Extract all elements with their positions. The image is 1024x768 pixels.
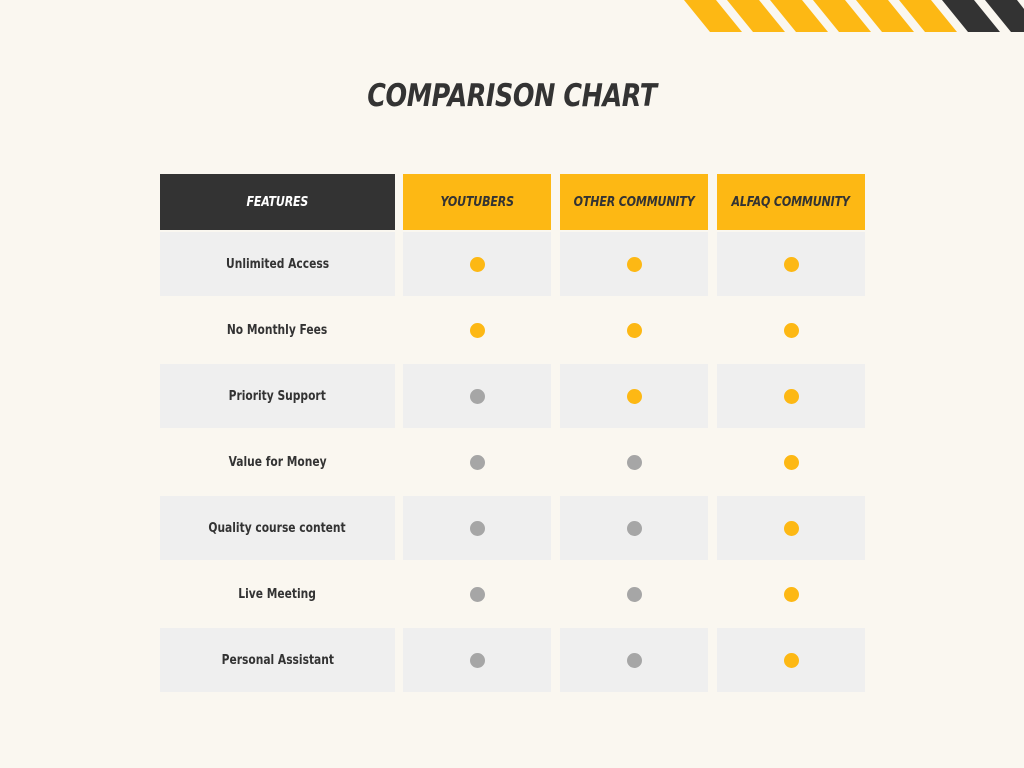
- feature-label-text: Live Meeting: [238, 586, 317, 602]
- feature-cell: No Monthly Fees: [160, 298, 395, 362]
- value-cell: [717, 628, 865, 692]
- value-cell: [403, 298, 551, 362]
- feature-label-text: No Monthly Fees: [227, 322, 328, 338]
- feature-label: Personal Assistant: [214, 652, 342, 668]
- feature-label-text: Priority Support: [228, 388, 327, 404]
- feature-label: No Monthly Fees: [220, 322, 334, 338]
- check-dot-no: [469, 520, 485, 536]
- column-header: YOUTUBERS: [403, 174, 551, 230]
- header-label: ALFAQ COMMUNITY: [731, 194, 851, 210]
- check-dot-yes: [626, 388, 642, 404]
- check-dot-yes: [783, 256, 799, 272]
- check-dot-no: [469, 454, 485, 470]
- value-cell: [717, 430, 865, 494]
- feature-label: Live Meeting: [233, 586, 321, 602]
- value-cell: [717, 298, 865, 362]
- check-dot-yes: [783, 652, 799, 668]
- feature-label: Value for Money: [222, 454, 333, 470]
- value-cell: [403, 430, 551, 494]
- feature-cell: Personal Assistant: [160, 628, 395, 692]
- value-cell: [717, 364, 865, 428]
- header-label: OTHER COMMUNITY: [573, 194, 695, 210]
- feature-cell: Priority Support: [160, 364, 395, 428]
- value-cell: [560, 496, 708, 560]
- header-label: FEATURES: [246, 194, 309, 210]
- feature-cell: Value for Money: [160, 430, 395, 494]
- value-cell: [403, 232, 551, 296]
- check-dot-yes: [783, 520, 799, 536]
- feature-label: Priority Support: [222, 388, 332, 404]
- value-cell: [403, 562, 551, 626]
- value-cell: [717, 562, 865, 626]
- header-features: FEATURES: [160, 174, 395, 230]
- value-cell: [560, 364, 708, 428]
- check-dot-yes: [469, 322, 485, 338]
- value-cell: [403, 628, 551, 692]
- column-header: OTHER COMMUNITY: [560, 174, 708, 230]
- feature-label-text: Quality course content: [208, 520, 347, 536]
- value-cell: [560, 628, 708, 692]
- value-cell: [560, 298, 708, 362]
- feature-cell: Live Meeting: [160, 562, 395, 626]
- check-dot-yes: [469, 256, 485, 272]
- header-label: YOUTUBERS: [440, 194, 514, 210]
- value-cell: [717, 496, 865, 560]
- value-cell: [560, 430, 708, 494]
- check-dot-no: [626, 520, 642, 536]
- feature-label: Unlimited Access: [219, 256, 336, 272]
- check-dot-yes: [783, 388, 799, 404]
- check-dot-yes: [626, 256, 642, 272]
- feature-label-text: Value for Money: [228, 454, 327, 470]
- feature-label-text: Unlimited Access: [225, 256, 330, 272]
- feature-label-text: Personal Assistant: [221, 652, 334, 668]
- check-dot-yes: [783, 586, 799, 602]
- feature-cell: Unlimited Access: [160, 232, 395, 296]
- value-cell: [560, 562, 708, 626]
- check-dot-yes: [783, 322, 799, 338]
- value-cell: [403, 364, 551, 428]
- check-dot-no: [469, 652, 485, 668]
- check-dot-no: [469, 388, 485, 404]
- value-cell: [560, 232, 708, 296]
- check-dot-yes: [626, 322, 642, 338]
- column-header: ALFAQ COMMUNITY: [717, 174, 865, 230]
- check-dot-no: [626, 652, 642, 668]
- decorative-stripes: [684, 0, 1024, 32]
- feature-label: Quality course content: [199, 520, 355, 536]
- check-dot-yes: [783, 454, 799, 470]
- value-cell: [717, 232, 865, 296]
- value-cell: [403, 496, 551, 560]
- check-dot-no: [469, 586, 485, 602]
- feature-cell: Quality course content: [160, 496, 395, 560]
- page-title: COMPARISON CHART: [367, 78, 657, 114]
- check-dot-no: [626, 586, 642, 602]
- check-dot-no: [626, 454, 642, 470]
